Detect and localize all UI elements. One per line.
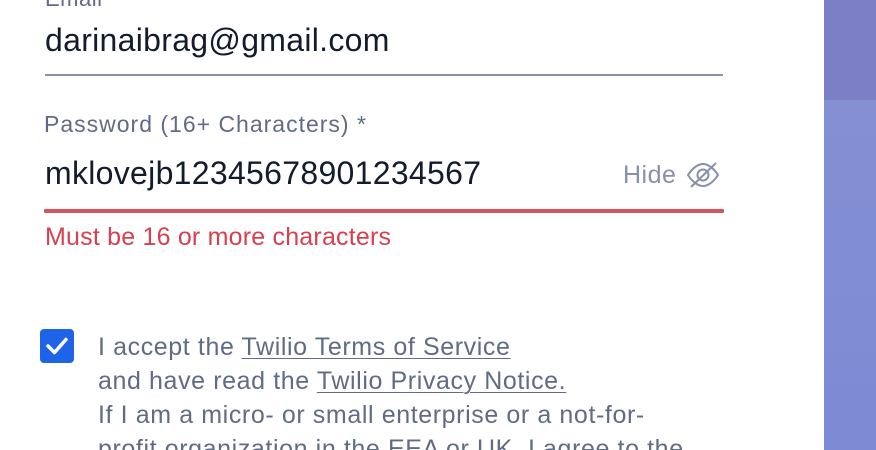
privacy-notice-link[interactable]: Twilio Privacy Notice. (317, 367, 566, 395)
password-label: Password (16+ Characters) * (44, 111, 367, 137)
email-input-underline (45, 74, 723, 76)
terms-line-3: If I am a micro- or small enterprise or … (98, 401, 645, 429)
email-input[interactable]: darinaibrag@gmail.com (45, 22, 390, 59)
terms-line-1: I accept the Twilio Terms of Service (98, 330, 684, 364)
eye-slash-icon (687, 162, 720, 188)
terms-line-2-prefix: and have read the (98, 367, 317, 395)
terms-text: I accept the Twilio Terms of Service and… (98, 330, 684, 450)
terms-line-1-prefix: I accept the (98, 333, 242, 361)
hide-password-label: Hide (623, 160, 677, 189)
password-input-error-underline (44, 209, 724, 213)
signup-form-page: Email darinaibrag@gmail.com Password (16… (0, 0, 876, 450)
accept-terms-checkbox[interactable] (40, 329, 74, 363)
email-label: Email (45, 0, 103, 12)
password-error-message: Must be 16 or more characters (45, 223, 392, 251)
terms-of-service-link[interactable]: Twilio Terms of Service (242, 333, 511, 361)
terms-line-4: profit organization in the EEA or UK, I … (98, 435, 684, 450)
terms-line-2: and have read the Twilio Privacy Notice. (98, 364, 684, 398)
side-panel (824, 0, 876, 450)
password-input[interactable]: mklovejb12345678901234567 (45, 155, 481, 192)
hide-password-toggle[interactable]: Hide (623, 158, 720, 192)
checkmark-icon (46, 337, 68, 355)
